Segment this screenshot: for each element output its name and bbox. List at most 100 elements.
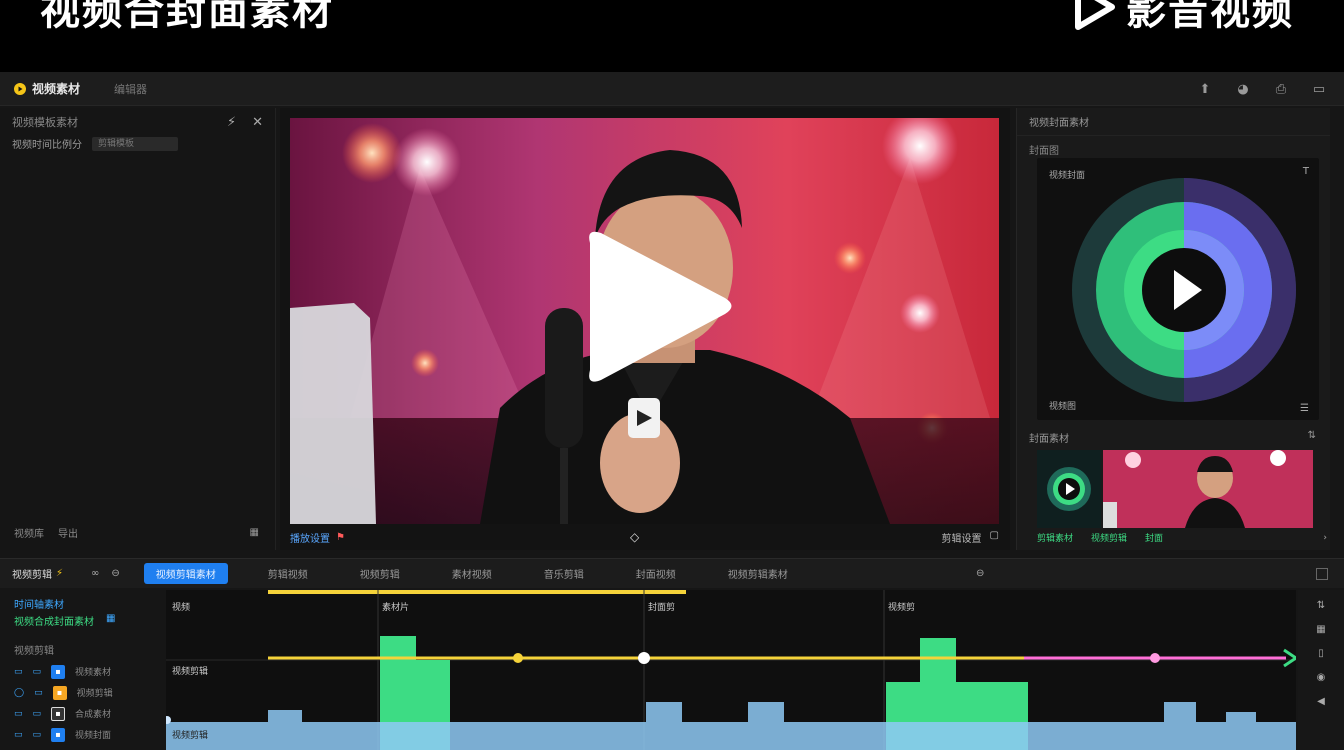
clip-label: 素材片 [382, 603, 410, 613]
speaker-icon[interactable]: ◀ [1317, 696, 1325, 707]
media-panel: 视频模板素材 ⚡ ✕ 视频时间比例分 剪辑模板 视频库 导出 ▦ [0, 108, 276, 550]
banner-logo: 影音视频 [1068, 0, 1294, 36]
track-row[interactable]: ▭ ▭ ▪ 视频封面 [0, 724, 160, 745]
page-icon[interactable]: ▯ [1318, 648, 1324, 659]
video-preview-panel: 播放设置 ⚑ ◇ 剪辑设置 ▢ [280, 108, 1010, 550]
menu-icon[interactable]: ☰ [1300, 403, 1309, 414]
timeline-toolbar: 视频剪辑 ⚡ ∞ ⊖ 视频剪辑素材 剪辑视频 视频剪辑 素材视频 音乐剪辑 封面视… [0, 558, 1344, 588]
menubar-actions: ⬆ ◕ ⎙ ▭ [1196, 80, 1328, 98]
close-icon[interactable]: ✕ [252, 115, 263, 130]
print-icon[interactable]: ⎙ [1272, 80, 1290, 98]
marker-icon[interactable]: ⚑ [336, 532, 345, 543]
export-link[interactable]: 导出 [58, 525, 78, 540]
thumbnail-video[interactable] [1103, 450, 1313, 528]
next-icon[interactable]: › [1323, 533, 1327, 543]
playback-settings[interactable]: 播放设置 [290, 530, 330, 545]
minus-circle-icon[interactable]: ⊖ [111, 568, 119, 579]
track-header: 时间轴素材 [14, 600, 64, 611]
grid-icon[interactable]: ▦ [250, 527, 259, 538]
window-icon[interactable]: ▭ [1310, 80, 1328, 98]
grid-icon[interactable]: ▦ [106, 613, 115, 628]
clip-label: 封面剪 [648, 603, 676, 613]
cover-panel: 视频封面素材 封面图 视频封面 T 视频图 ☰ 封面素材 ⇅ 剪辑素材 视频剪辑… [1016, 108, 1330, 550]
cover-preview[interactable]: 视频封面 T 视频图 ☰ [1037, 158, 1319, 420]
tab-5[interactable]: 封面视频 [624, 563, 688, 584]
fullscreen-icon[interactable]: ▢ [990, 530, 999, 545]
clip-label: 视频剪辑 [172, 731, 209, 741]
editor-app: 视频素材 编辑器 ⬆ ◕ ⎙ ▭ 视频模板素材 ⚡ ✕ 视频时间比例分 剪辑模板… [0, 72, 1344, 750]
palette-icon[interactable]: ◕ [1234, 80, 1252, 98]
clip-label: 视频 [172, 603, 191, 613]
menu-item-editor[interactable]: 编辑器 [114, 81, 147, 97]
calendar-icon[interactable]: ▦ [1316, 624, 1325, 635]
library-link[interactable]: 视频库 [14, 525, 44, 540]
thumb-btn-1[interactable]: 剪辑素材 [1037, 531, 1073, 544]
tab-0[interactable]: 视频剪辑素材 [143, 563, 228, 584]
track-subheader: 视频合成封面素材 ▦ [14, 613, 116, 628]
cover-thumbnails [1037, 450, 1313, 528]
timeline-graphics [166, 590, 1296, 750]
play-logo-icon [1075, 0, 1115, 30]
loop-icon[interactable]: ∞ [91, 568, 99, 579]
track-badge: ▪ [51, 706, 66, 721]
magic-wand-icon[interactable]: ⚡ [227, 115, 236, 130]
thumb-btn-2[interactable]: 视频剪辑 [1091, 531, 1127, 544]
thumb-btn-3[interactable]: 封面 [1145, 531, 1163, 544]
eye-icon[interactable]: ◉ [1317, 672, 1326, 683]
app-logo-icon [14, 82, 26, 95]
thumbnail-ring[interactable] [1037, 450, 1101, 528]
video-frame[interactable] [290, 118, 999, 524]
tab-4[interactable]: 音乐剪辑 [532, 563, 596, 584]
preview-controls: 播放设置 ⚑ ◇ 剪辑设置 ▢ [290, 526, 999, 548]
clip-label: 视频剪 [888, 603, 916, 613]
thumbnail-actions: 剪辑素材 视频剪辑 封面 › [1037, 531, 1327, 545]
media-filter: 视频时间比例分 剪辑模板 [0, 136, 275, 151]
tab-3[interactable]: 素材视频 [440, 563, 504, 584]
tab-2[interactable]: 视频剪辑 [348, 563, 412, 584]
track-name: 合成素材 [75, 710, 112, 720]
timeline-tools: ⇅ ▦ ▯ ◉ ◀ [1298, 590, 1344, 750]
top-banner: 视频合封面素材 影音视频 [0, 0, 1344, 72]
track-row[interactable]: ▭ ▭ ▪ 合成素材 [0, 703, 160, 724]
tab-1[interactable]: 剪辑视频 [256, 563, 320, 584]
upload-icon[interactable]: ⬆ [1196, 80, 1214, 98]
media-panel-header: 视频模板素材 ⚡ ✕ [0, 108, 275, 136]
video-scene [290, 118, 999, 524]
track-group-label: 视频剪辑 [14, 646, 54, 657]
track-icon: ▭ [14, 729, 23, 740]
zoom-out-icon[interactable]: ⊖ [976, 568, 984, 579]
track-row[interactable]: ◯ ▭ ▪ 视频剪辑 [0, 682, 160, 703]
sort-icon[interactable]: ⇅ [1308, 430, 1316, 441]
track-row[interactable]: ▭ ▭ ▪ 视频素材 [0, 661, 160, 682]
cover-bottom-label: 视频图 [1049, 402, 1077, 412]
media-panel-title: 视频模板素材 [12, 116, 78, 129]
track-badge: ▪ [51, 664, 66, 679]
filter-dropdown[interactable]: 剪辑模板 [92, 136, 178, 151]
app-name[interactable]: 视频素材 [14, 80, 80, 97]
track-list: 时间轴素材 视频合成封面素材 ▦ 视频剪辑 ▭ ▭ ▪ 视频素材 ◯ ▭ ▪ 视频… [0, 590, 160, 750]
thumbs-label: 封面素材 [1029, 434, 1069, 445]
track-badge: ▪ [51, 727, 66, 742]
cover-ring-graphic [1072, 178, 1296, 402]
panel-toggle-icon[interactable] [1316, 567, 1328, 580]
track-name: 视频封面 [75, 731, 112, 741]
sort-icon[interactable]: ⇅ [1317, 600, 1325, 611]
banner-title: 视频合封面素材 [40, 0, 334, 34]
menu-bar: 视频素材 编辑器 ⬆ ◕ ⎙ ▭ [0, 72, 1344, 106]
edit-settings[interactable]: 剪辑设置 [942, 530, 982, 545]
filter-label: 视频时间比例分 [12, 140, 82, 151]
clip-label: 视频剪辑 [172, 667, 209, 677]
app-name-label: 视频素材 [32, 82, 81, 96]
banner-logo-text: 影音视频 [1126, 0, 1294, 34]
timeline-label: 视频剪辑 ⚡ [12, 568, 64, 581]
tab-6[interactable]: 视频剪辑素材 [716, 563, 800, 584]
keyframe-icon[interactable]: ◇ [630, 530, 639, 544]
track-icon: ▭ [14, 666, 23, 677]
track-icon: ◯ [14, 687, 25, 698]
track-name: 视频剪辑 [76, 689, 113, 699]
track-icon: ▭ [14, 708, 23, 719]
timeline-tracks[interactable]: 视频 素材片 封面剪 视频剪 视频剪辑 视频剪辑 [166, 590, 1296, 750]
track-name: 视频素材 [75, 668, 112, 678]
media-panel-footer: 视频库 导出 ▦ [14, 525, 259, 540]
track-badge: ▪ [52, 685, 67, 700]
